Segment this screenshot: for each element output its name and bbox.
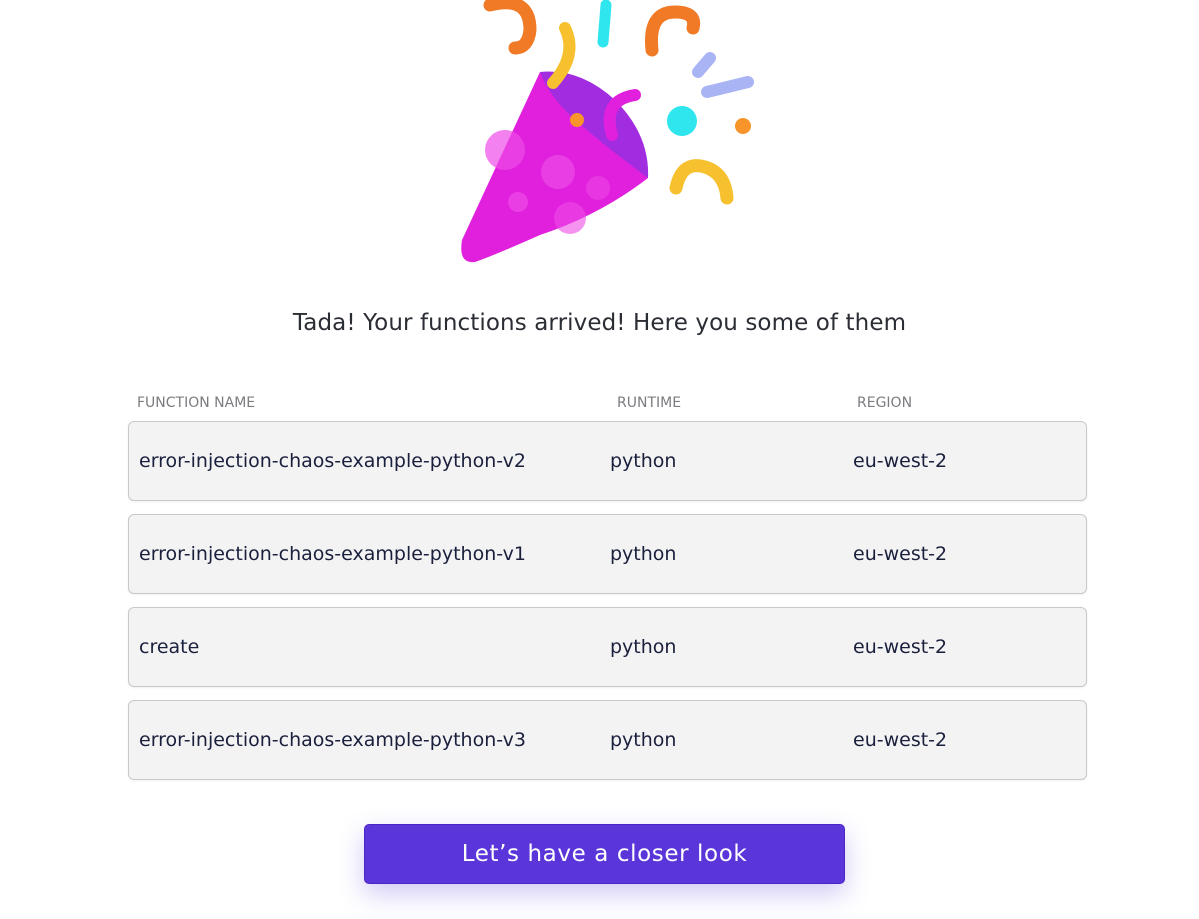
function-row[interactable]: create python eu-west-2 (128, 607, 1087, 687)
column-header-region: REGION (857, 395, 913, 411)
function-name: error-injection-chaos-example-python-v2 (139, 450, 526, 472)
closer-look-button[interactable]: Let’s have a closer look (364, 824, 845, 884)
party-popper-icon (461, 0, 754, 263)
function-name: create (139, 636, 200, 658)
function-runtime: python (610, 636, 677, 658)
function-row[interactable]: error-injection-chaos-example-python-v2 … (128, 421, 1087, 501)
column-header-function-name: FUNCTION NAME (137, 395, 256, 411)
page-title: Tada! Your functions arrived! Here you s… (292, 310, 907, 336)
column-header-runtime: RUNTIME (617, 395, 682, 411)
cta-container: Let’s have a closer look (364, 824, 845, 884)
function-region: eu-west-2 (853, 543, 948, 565)
function-region: eu-west-2 (853, 450, 948, 472)
function-row[interactable]: error-injection-chaos-example-python-v3 … (128, 700, 1087, 780)
function-region: eu-west-2 (853, 636, 948, 658)
function-name: error-injection-chaos-example-python-v3 (139, 729, 526, 751)
function-runtime: python (610, 729, 677, 751)
function-row[interactable]: error-injection-chaos-example-python-v1 … (128, 514, 1087, 594)
page: Tada! Your functions arrived! Here you s… (0, 0, 1199, 919)
function-list: error-injection-chaos-example-python-v2 … (128, 421, 1088, 793)
function-region: eu-west-2 (853, 729, 948, 751)
table-header: FUNCTION NAME RUNTIME REGION (137, 395, 1087, 413)
function-name: error-injection-chaos-example-python-v1 (139, 543, 526, 565)
function-runtime: python (610, 543, 677, 565)
function-runtime: python (610, 450, 677, 472)
